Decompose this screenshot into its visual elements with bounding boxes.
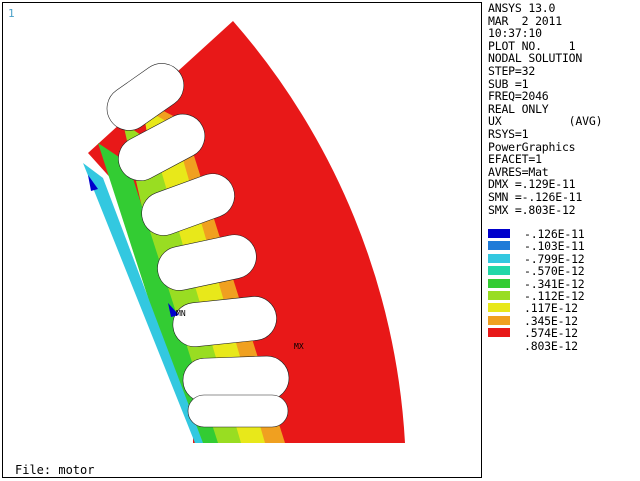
max-marker-label: MX [294, 342, 304, 351]
legend-panel: ANSYS 13.0 MAR 2 2011 10:37:10 PLOT NO. 1 NO… [488, 2, 638, 472]
legend-swatch [488, 315, 510, 325]
solution-info: ANSYS 13.0 MAR 2 2011 10:37:10 PLOT NO. 1 NO… [488, 2, 638, 216]
legend-swatch [488, 253, 510, 263]
legend-swatch [488, 229, 510, 238]
legend-swatch [488, 278, 510, 288]
legend-swatch [488, 303, 510, 313]
info-line: 10:37:10 [488, 26, 542, 41]
window-number: 1 [8, 7, 15, 20]
info-line: EFACET=1 [488, 152, 542, 167]
slot-7 [187, 394, 289, 428]
stator-contour-plot: MN MX [83, 21, 405, 443]
legend-swatch [488, 290, 510, 300]
info-line: ANSYS 13.0 [488, 1, 556, 15]
info-line: FREQ=2046 [488, 89, 549, 104]
min-marker-label: MN [176, 309, 186, 318]
legend-value: .803E-12 [524, 338, 578, 353]
file-label: File: motor [15, 463, 95, 477]
info-line: STEP=32 [488, 63, 536, 78]
info-line: SMX =.803E-12 [488, 202, 576, 217]
info-line: RSYS=1 [488, 126, 529, 141]
info-line: SMN =-.126E-11 [488, 189, 583, 204]
legend-swatch [488, 328, 510, 338]
legend-swatch [488, 241, 510, 251]
legend-swatch [488, 266, 510, 276]
plot-viewport[interactable]: MN MX 1 File: motor [2, 2, 482, 478]
